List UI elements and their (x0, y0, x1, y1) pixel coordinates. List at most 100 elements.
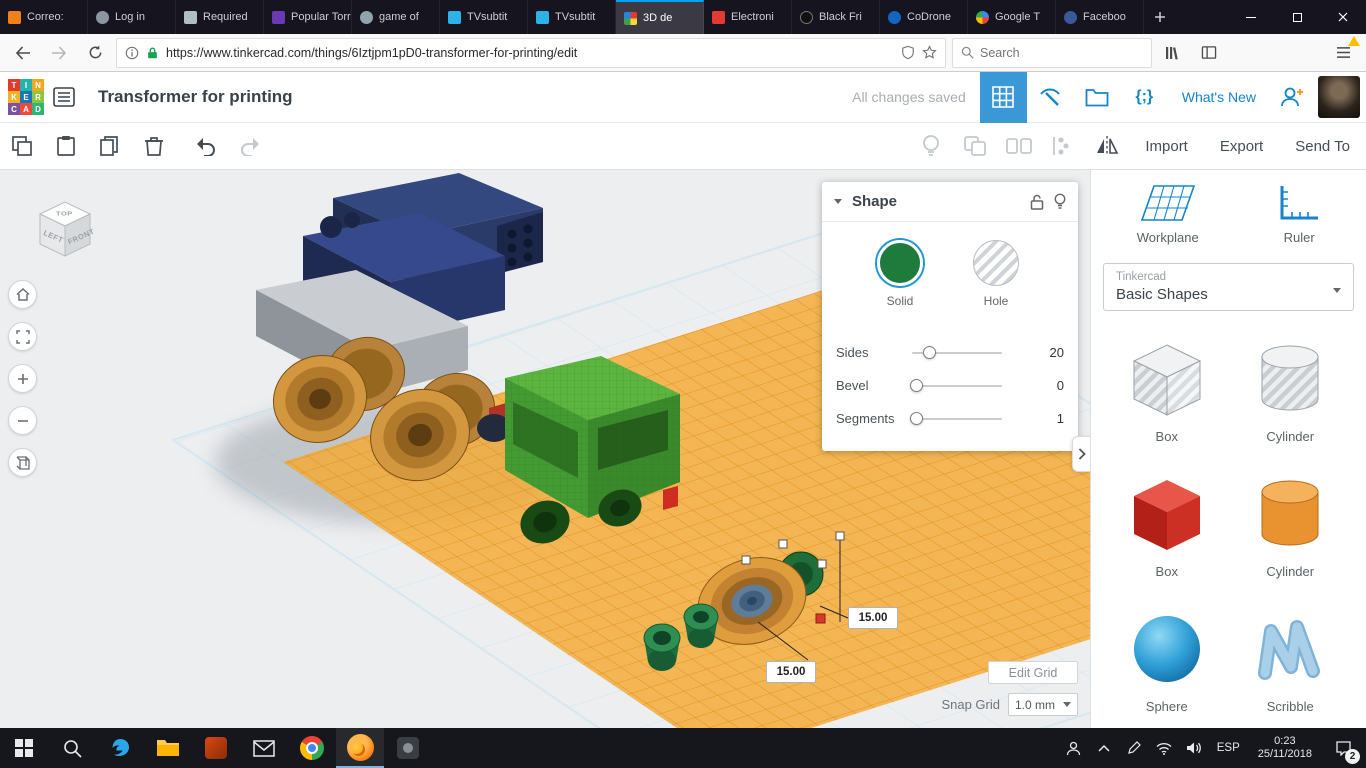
projects-button[interactable] (1074, 72, 1121, 123)
codeblocks-button[interactable]: {;} (1121, 72, 1168, 123)
redo-button[interactable] (228, 126, 272, 166)
app2-taskbar-icon[interactable] (384, 728, 432, 768)
network-tray-icon[interactable] (1151, 728, 1177, 768)
export-button[interactable]: Export (1204, 130, 1279, 163)
search-bar[interactable] (952, 37, 1152, 68)
action-center-button[interactable]: 2 (1324, 728, 1362, 768)
show-all-button[interactable] (909, 126, 953, 166)
perspective-toggle-button[interactable] (8, 448, 37, 477)
delete-button[interactable] (132, 126, 176, 166)
user-avatar[interactable] (1318, 76, 1360, 118)
tab-popular[interactable]: Popular Torr (264, 0, 352, 34)
paste-button[interactable] (44, 126, 88, 166)
page-info-icon[interactable] (125, 46, 139, 60)
segments-value[interactable]: 1 (1002, 411, 1064, 426)
language-indicator[interactable]: ESP (1211, 742, 1246, 754)
shape-cylinder-striped[interactable]: Cylinder (1247, 339, 1333, 444)
tab-codrone[interactable]: CoDrone (880, 0, 968, 34)
sides-value[interactable]: 20 (1002, 345, 1064, 360)
bevel-slider-knob[interactable] (910, 379, 923, 392)
tracking-shield-icon[interactable] (901, 45, 915, 60)
firefox-taskbar-icon[interactable] (336, 728, 384, 768)
copy-button[interactable] (0, 126, 44, 166)
inspector-collapse-caret[interactable] (834, 199, 842, 204)
tab-tvsubtitles-2[interactable]: TVsubtit (528, 0, 616, 34)
lightbulb-icon[interactable] (1054, 193, 1066, 210)
edit-grid-button[interactable]: Edit Grid (988, 661, 1078, 684)
bevel-value[interactable]: 0 (1002, 378, 1064, 393)
tinkercad-logo[interactable]: TINKERCAD (8, 79, 44, 115)
3d-viewport[interactable]: 15.00 15.00 TOP LEFT FRONT Shape Solid H… (0, 170, 1090, 728)
tab-gameof[interactable]: game of (352, 0, 440, 34)
library-button[interactable] (1158, 38, 1188, 68)
reload-button[interactable] (80, 38, 110, 68)
send-to-button[interactable]: Send To (1279, 130, 1366, 163)
file-explorer-taskbar-icon[interactable] (144, 728, 192, 768)
workplane-tool[interactable]: Workplane (1137, 184, 1199, 245)
ungroup-button[interactable] (997, 126, 1041, 166)
ruler-tool[interactable]: Ruler (1278, 184, 1320, 245)
3d-editor-button[interactable] (979, 71, 1027, 123)
start-button[interactable] (0, 728, 48, 768)
invite-button[interactable] (1270, 72, 1314, 123)
taskbar-clock[interactable]: 0:23 25/11/2018 (1250, 735, 1320, 761)
design-menu-button[interactable] (44, 72, 84, 123)
search-input[interactable] (980, 45, 1143, 60)
mail-taskbar-icon[interactable] (240, 728, 288, 768)
tab-google[interactable]: Google T (968, 0, 1056, 34)
minimize-button[interactable] (1228, 0, 1274, 34)
tab-electronics[interactable]: Electroni (704, 0, 792, 34)
duplicate-button[interactable] (88, 126, 132, 166)
view-cube-top-label[interactable]: TOP (56, 210, 73, 217)
zoom-in-button[interactable] (8, 364, 37, 393)
tab-required[interactable]: Required (176, 0, 264, 34)
group-button[interactable] (953, 126, 997, 166)
tab-tinkercad-active[interactable]: 3D de (616, 0, 704, 34)
close-button[interactable] (1320, 0, 1366, 34)
shape-cylinder-orange[interactable]: Cylinder (1247, 474, 1333, 579)
import-button[interactable]: Import (1129, 130, 1204, 163)
sides-slider-knob[interactable] (923, 346, 936, 359)
new-tab-button[interactable] (1144, 0, 1176, 34)
maximize-button[interactable] (1274, 0, 1320, 34)
home-view-button[interactable] (8, 280, 37, 309)
edge-taskbar-icon[interactable] (96, 728, 144, 768)
url-input[interactable] (166, 45, 894, 60)
fit-view-button[interactable] (8, 322, 37, 351)
shape-library-dropdown[interactable]: Tinkercad Basic Shapes (1103, 263, 1354, 311)
blocks-editor-button[interactable] (1027, 72, 1074, 123)
snap-grid-dropdown[interactable]: 1.0 mm (1008, 693, 1078, 716)
tab-correo[interactable]: Correo: (0, 0, 88, 34)
solid-option[interactable]: Solid (877, 240, 923, 308)
dimension-input-depth[interactable]: 15.00 (848, 607, 898, 629)
shape-sphere[interactable]: Sphere (1124, 609, 1210, 714)
sidebar-toggle[interactable] (1072, 436, 1090, 472)
zoom-out-button[interactable] (8, 406, 37, 435)
tray-expand-button[interactable] (1091, 728, 1117, 768)
taskbar-search-button[interactable] (48, 728, 96, 768)
tab-blackfriday[interactable]: Black Fri (792, 0, 880, 34)
shape-box-striped[interactable]: Box (1124, 339, 1210, 444)
lock-icon[interactable] (1030, 194, 1044, 210)
chrome-taskbar-icon[interactable] (288, 728, 336, 768)
back-button[interactable] (8, 38, 38, 68)
pen-tray-icon[interactable] (1121, 728, 1147, 768)
bevel-slider[interactable] (910, 379, 1002, 392)
dimension-input-width[interactable]: 15.00 (766, 661, 816, 683)
segments-slider-knob[interactable] (910, 412, 923, 425)
people-tray-icon[interactable] (1061, 728, 1087, 768)
volume-tray-icon[interactable] (1181, 728, 1207, 768)
url-bar[interactable] (116, 37, 946, 68)
sidebars-button[interactable] (1194, 38, 1224, 68)
whats-new-link[interactable]: What's New (1168, 89, 1270, 105)
menu-button[interactable] (1328, 35, 1360, 68)
undo-button[interactable] (184, 126, 228, 166)
tab-facebook[interactable]: Faceboo (1056, 0, 1144, 34)
hole-option[interactable]: Hole (973, 240, 1019, 308)
mirror-button[interactable] (1085, 126, 1129, 166)
forward-button[interactable] (44, 38, 74, 68)
tab-login[interactable]: Log in (88, 0, 176, 34)
design-title[interactable]: Transformer for printing (98, 87, 293, 107)
shape-scribble[interactable]: Scribble (1247, 609, 1333, 714)
bookmark-star-icon[interactable] (922, 45, 937, 60)
